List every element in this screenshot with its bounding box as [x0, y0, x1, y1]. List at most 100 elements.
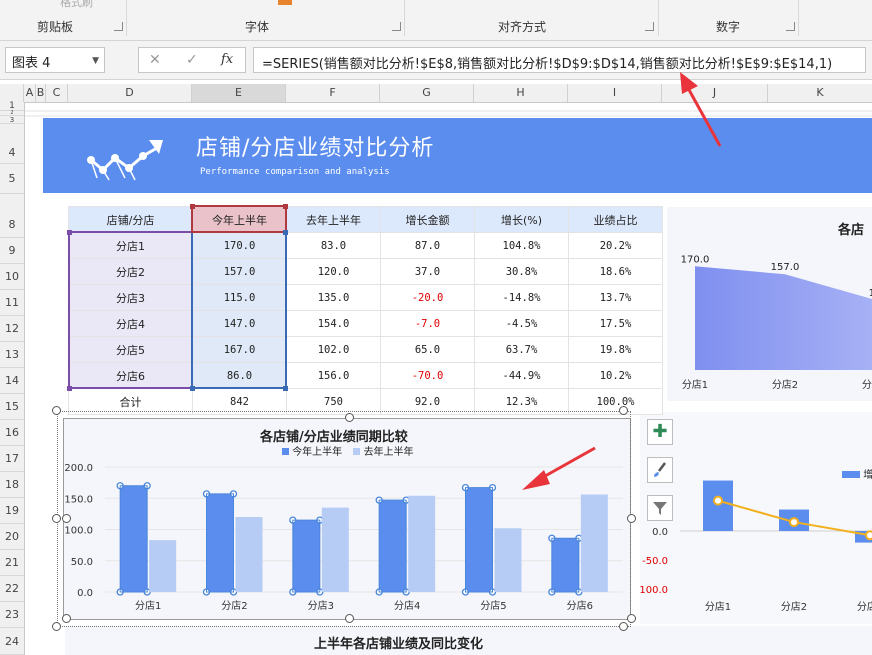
row-header[interactable]: 22: [0, 576, 24, 602]
table-cell[interactable]: 分店6: [68, 362, 193, 389]
table-cell[interactable]: 分店4: [68, 310, 193, 337]
insert-function-icon[interactable]: fx: [221, 52, 233, 67]
column-header-k[interactable]: K: [768, 84, 872, 102]
column-header-g[interactable]: G: [380, 84, 474, 102]
table-cell[interactable]: 100.0%: [568, 388, 663, 415]
row-header[interactable]: 8: [0, 212, 24, 238]
resize-handle[interactable]: [627, 514, 636, 523]
column-header-i[interactable]: I: [568, 84, 662, 102]
resize-handle[interactable]: [52, 406, 61, 415]
row-header[interactable]: 3: [0, 116, 24, 124]
column-header-h[interactable]: H: [474, 84, 568, 102]
table-cell[interactable]: -7.0: [380, 310, 475, 337]
table-cell[interactable]: 合计: [68, 388, 193, 415]
comparison-chart-plot[interactable]: 200.0 150.0 100.0 50.0 0.0 分店1 分店2 分店3 分店4 分店5 分店6: [63, 455, 631, 620]
table-cell[interactable]: 154.0: [286, 310, 381, 337]
table-cell[interactable]: 120.0: [286, 258, 381, 285]
table-cell[interactable]: 87.0: [380, 232, 475, 259]
row-header[interactable]: 14: [0, 368, 24, 394]
table-cell[interactable]: 83.0: [286, 232, 381, 259]
table-cell[interactable]: 156.0: [286, 362, 381, 389]
table-cell[interactable]: 167.0: [192, 336, 287, 363]
resize-handle[interactable]: [62, 614, 71, 623]
table-cell[interactable]: 86.0: [192, 362, 287, 389]
bottom-chart-title[interactable]: 上半年各店铺业绩及同比变化: [314, 633, 483, 652]
table-cell[interactable]: -44.9%: [474, 362, 569, 389]
resize-handle[interactable]: [52, 622, 61, 631]
select-all-corner[interactable]: [0, 84, 24, 102]
table-cell[interactable]: 12.3%: [474, 388, 569, 415]
row-header[interactable]: 10: [0, 264, 24, 290]
table-cell[interactable]: 147.0: [192, 310, 287, 337]
column-header-e[interactable]: E: [192, 84, 286, 102]
column-header-c[interactable]: C: [46, 84, 68, 102]
row-header[interactable]: 11: [0, 290, 24, 316]
format-painter-button[interactable]: 格式刷: [60, 0, 93, 10]
table-cell[interactable]: 135.0: [286, 284, 381, 311]
table-cell[interactable]: 170.0: [192, 232, 287, 259]
column-header-j[interactable]: J: [662, 84, 768, 102]
table-cell[interactable]: 分店5: [68, 336, 193, 363]
row-header[interactable]: 16: [0, 420, 24, 446]
row-header[interactable]: 24: [0, 628, 24, 655]
table-cell[interactable]: -70.0: [380, 362, 475, 389]
table-cell[interactable]: 65.0: [380, 336, 475, 363]
row-header[interactable]: 20: [0, 524, 24, 550]
resize-handle[interactable]: [62, 514, 71, 523]
resize-handle[interactable]: [619, 406, 628, 415]
chart-elements-button[interactable]: ✚: [647, 419, 673, 445]
table-cell[interactable]: -20.0: [380, 284, 475, 311]
row-header[interactable]: 23: [0, 602, 24, 628]
table-cell[interactable]: 30.8%: [474, 258, 569, 285]
area-chart-title[interactable]: 各店: [838, 219, 864, 238]
column-header-a[interactable]: A: [24, 84, 36, 102]
row-header[interactable]: 17: [0, 446, 24, 472]
row-header[interactable]: 12: [0, 316, 24, 342]
table-cell[interactable]: -4.5%: [474, 310, 569, 337]
row-header[interactable]: 13: [0, 342, 24, 368]
number-launcher-icon[interactable]: [786, 22, 795, 31]
growth-chart-plot[interactable]: 0.0 -50.0 -100.0 分店1 分店2 分店3: [640, 455, 872, 620]
row-header[interactable]: 4: [0, 124, 24, 164]
table-cell[interactable]: 842: [192, 388, 287, 415]
table-cell[interactable]: 19.8%: [568, 336, 663, 363]
table-cell[interactable]: 分店2: [68, 258, 193, 285]
clipboard-launcher-icon[interactable]: [114, 22, 123, 31]
table-cell[interactable]: 157.0: [192, 258, 287, 285]
resize-handle[interactable]: [345, 614, 354, 623]
resize-handle[interactable]: [619, 622, 628, 631]
table-cell[interactable]: 10.2%: [568, 362, 663, 389]
table-cell[interactable]: 750: [286, 388, 381, 415]
table-cell[interactable]: -14.8%: [474, 284, 569, 311]
table-cell[interactable]: 115.0: [192, 284, 287, 311]
cancel-icon[interactable]: ✕: [149, 52, 161, 68]
table-cell[interactable]: 37.0: [380, 258, 475, 285]
column-header-f[interactable]: F: [286, 84, 380, 102]
row-header[interactable]: 9: [0, 238, 24, 264]
area-chart-plot[interactable]: 170.0 分店1 157.0 分店2 11 分店3: [667, 240, 872, 400]
resize-handle[interactable]: [52, 514, 61, 523]
formula-input[interactable]: =SERIES(销售额对比分析!$E$8,销售额对比分析!$D$9:$D$14,…: [253, 47, 866, 73]
table-cell[interactable]: 13.7%: [568, 284, 663, 311]
resize-handle[interactable]: [345, 413, 354, 422]
table-cell[interactable]: 63.7%: [474, 336, 569, 363]
table-cell[interactable]: 17.5%: [568, 310, 663, 337]
resize-handle[interactable]: [627, 614, 636, 623]
font-launcher-icon[interactable]: [392, 22, 401, 31]
row-header[interactable]: 15: [0, 394, 24, 420]
chevron-down-icon[interactable]: ▼: [92, 56, 99, 66]
table-cell[interactable]: 20.2%: [568, 232, 663, 259]
row-header[interactable]: 5: [0, 164, 24, 194]
column-header-d[interactable]: D: [68, 84, 192, 102]
row-header[interactable]: 18: [0, 472, 24, 498]
enter-icon[interactable]: ✓: [186, 52, 198, 68]
table-cell[interactable]: 104.8%: [474, 232, 569, 259]
font-color-icon[interactable]: [278, 0, 292, 5]
table-cell[interactable]: 分店3: [68, 284, 193, 311]
row-header[interactable]: 21: [0, 550, 24, 576]
table-cell[interactable]: 18.6%: [568, 258, 663, 285]
name-box[interactable]: 图表 4 ▼: [5, 47, 105, 73]
table-cell[interactable]: 92.0: [380, 388, 475, 415]
table-cell[interactable]: 分店1: [68, 232, 193, 259]
table-cell[interactable]: 102.0: [286, 336, 381, 363]
